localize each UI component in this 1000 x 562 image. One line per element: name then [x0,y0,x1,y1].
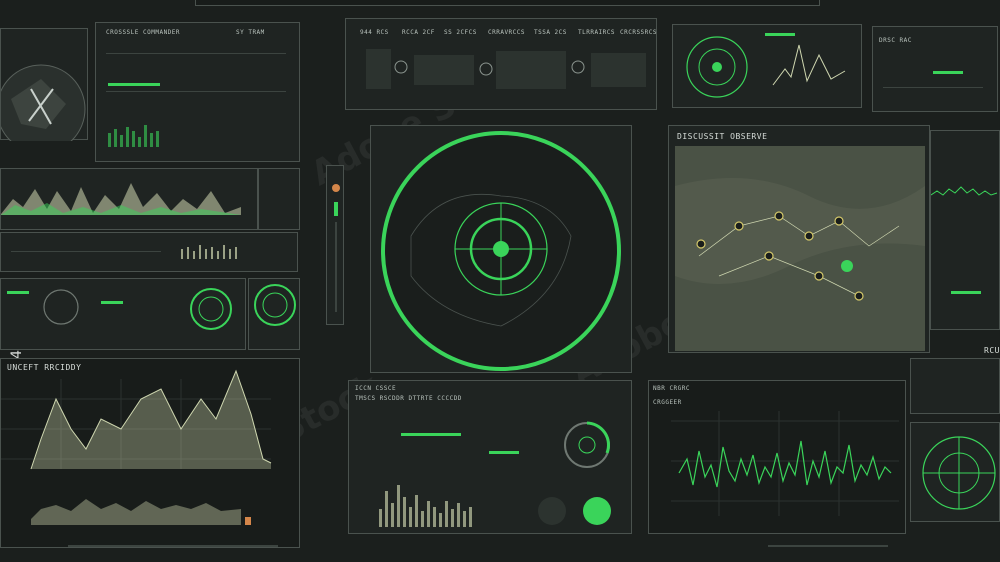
right-panel-2 [910,358,1000,414]
vertical-slider[interactable] [327,166,345,326]
left-chart-panel: UNCEFT RRCIDDY [0,358,300,548]
waveform-chart [671,411,899,516]
status-histogram [108,125,159,147]
tabs-panel: 944 RCS RCCA 2CF SS 2CFCS CRRAVRCCS TSSA… [345,18,657,110]
middle-strip [0,232,298,272]
top-right-title: DRSC RAC [879,37,912,44]
radar-mini [686,33,846,98]
bottom-frame-right [768,545,888,547]
right-radar [922,436,996,510]
gauge-right [254,284,296,326]
status-panel: CROSSSLE COMMANDER SY TRAM [95,22,300,162]
minimap-panel [0,28,88,141]
waveform-side-panel [258,168,300,230]
waveform-panel: NBR CRGRC CRGGEER [648,380,906,534]
right-radar-panel [910,422,1000,522]
right-panel-1 [930,130,1000,330]
waveform-left [1,183,241,215]
bottom-frame [68,545,278,547]
right-label: RCU [984,346,1000,355]
central-radar [381,131,621,371]
waveform-left-panel [0,168,258,230]
middle-ticks [181,245,237,259]
top-right-bar [933,71,963,74]
gauges-panel [0,278,246,350]
top-right-panel: DRSC RAC [872,26,998,112]
bottom-center-panel: ICCN CSSCE TMSCS RSCDDR DTTRTE CCCCDD [348,380,632,534]
map-panel: DISCUSSIT OBSERVE [668,125,930,353]
right-bars [931,186,998,294]
left-area-chart [1,369,272,525]
gauge-right-panel [248,278,300,350]
vertical-controls [326,165,344,325]
map [675,146,925,351]
central-radar-panel [370,125,632,373]
gauges [7,288,232,330]
minimap-icon [1,64,86,141]
radar-mini-panel [672,24,862,108]
bottom-center-chart [379,421,611,527]
top-strip [195,0,820,6]
tabs-gauges [366,49,646,89]
